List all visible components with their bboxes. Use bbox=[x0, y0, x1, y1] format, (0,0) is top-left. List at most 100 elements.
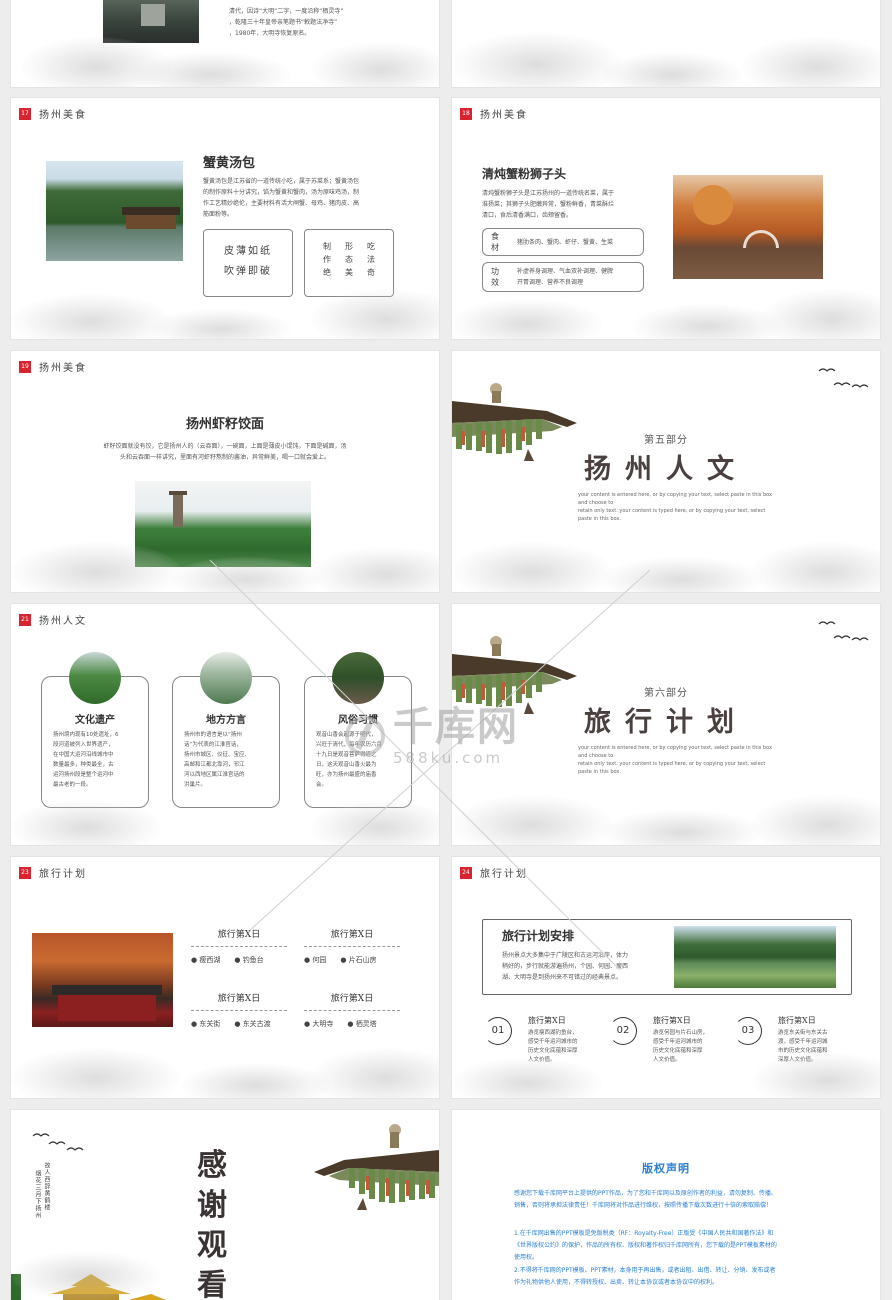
feature-char: 法 bbox=[367, 255, 375, 264]
copyright-text: 感谢您下载千库网平台上提供的PPT作品，为了您和千库网以及原创作者的利益，请勿复… bbox=[514, 1190, 777, 1197]
day-item: ● 大明寺 bbox=[304, 1020, 334, 1028]
thanks-char: 看 bbox=[197, 1268, 227, 1300]
card-text: 最古老的一段。 bbox=[53, 782, 92, 788]
card-text: 扬州市城区、仪征、宝应、 bbox=[184, 752, 251, 758]
card-text: 旺，亦为扬州最盛的庙香 bbox=[316, 772, 377, 778]
step-number: 02 bbox=[609, 1017, 637, 1045]
dish-title: 蟹黄汤包 bbox=[203, 156, 256, 171]
card-text: 十九日是观音菩萨得道之 bbox=[316, 752, 377, 758]
placeholder-english-text: your content is entered here, or by copy… bbox=[578, 745, 773, 759]
feature-text: 吹弹即破 bbox=[224, 266, 272, 277]
card-text: 话”为代表的江淮官话， bbox=[184, 742, 242, 748]
temple-photo bbox=[103, 0, 199, 43]
dish-desc-line: 清炖蟹粉狮子头是江苏扬州的一道传统名菜，属于 bbox=[482, 190, 615, 197]
row-label: 效 bbox=[491, 278, 499, 287]
effects-box: 功效 补虚养身调理、气血双补调理、健脾 开胃调理、营养不良调理 bbox=[482, 262, 644, 292]
day-item: ● 何园 bbox=[304, 956, 327, 964]
section-label: 扬州人文 bbox=[39, 616, 87, 627]
copyright-title: 版权声明 bbox=[642, 1162, 690, 1175]
step-number: 03 bbox=[734, 1017, 762, 1045]
card-text: 在中国大运河沿线城市中 bbox=[53, 752, 114, 758]
day-item: ● 片石山房 bbox=[340, 956, 377, 964]
slide-number: 17 bbox=[19, 107, 31, 120]
step-text: 市的历史文化底蕴和 bbox=[778, 1048, 828, 1054]
section-part-label: 第五部分 bbox=[644, 435, 688, 446]
day-title: 旅行第X日 bbox=[304, 991, 400, 1011]
step-title: 旅行第X日 bbox=[528, 1016, 566, 1025]
section-label: 扬州美食 bbox=[480, 110, 528, 121]
placeholder-english-text: retain only text. your content is typed … bbox=[578, 761, 766, 775]
mist-decoration bbox=[452, 522, 880, 592]
feature-box-thin-skin: 皮薄如纸 吹弹即破 bbox=[203, 229, 293, 297]
step-text: 游览东关街与东关古 bbox=[778, 1030, 828, 1036]
feature-text: 皮薄如纸 bbox=[224, 246, 272, 257]
section-label: 旅行计划 bbox=[480, 869, 528, 880]
step-text: 历史文化底蕴和深厚 bbox=[653, 1048, 703, 1054]
dish-desc-line: 蟹黄汤包是江苏省的一道传统小吃，属于苏菜系；蟹黄汤包 bbox=[203, 178, 360, 185]
dish-desc-line: 清口，食后清香满口，齿颊留香。 bbox=[482, 212, 573, 219]
flying-birds-decoration bbox=[32, 1133, 84, 1151]
card-text: 数量最多，种类最全，古 bbox=[53, 762, 114, 768]
ingredients-text: 猪肋条肉、蟹肉、虾仔、蟹黄、生菜 bbox=[517, 239, 614, 246]
slide-copyright: 版权声明 感谢您下载千库网平台上提供的PPT作品，为了您和千库网以及原创作者的利… bbox=[451, 1109, 881, 1300]
card-text: 扬州境内现有10处遗址，6 bbox=[53, 732, 119, 738]
placeholder-english-text: your content is entered here, or by copy… bbox=[578, 492, 773, 506]
card-text: 会。 bbox=[316, 782, 328, 788]
history-line-2: ，乾隆三十年皇帝亲笔题书“敕题法净寺” bbox=[229, 19, 338, 26]
feature-char: 奇 bbox=[367, 268, 375, 277]
card-text: 观音山香会起源于明代， bbox=[316, 732, 377, 738]
row-label: 材 bbox=[491, 243, 499, 252]
section-part-label: 第六部分 bbox=[644, 688, 688, 699]
section-tag: 18 扬州美食 bbox=[460, 106, 528, 121]
day-item: ● 东关街 bbox=[191, 1020, 221, 1028]
slide-blank-top-right bbox=[451, 0, 881, 88]
feature-box-craft: 制作绝 形态美 吃法奇 bbox=[304, 229, 394, 297]
copyright-text: 使用权。 bbox=[514, 1254, 539, 1261]
mist-decoration bbox=[11, 17, 439, 87]
step-text: 人文价值。 bbox=[528, 1057, 556, 1063]
poem-line-2: 烟花三月下扬州 bbox=[34, 1170, 41, 1219]
dish-title: 扬州虾籽饺面 bbox=[185, 417, 264, 432]
slide-yangzhou-culture: 21 扬州人文 文化遗产 扬州境内现有10处遗址，6 段河道被列入世界遗产， 在… bbox=[10, 603, 440, 846]
section-title: 旅行计划 bbox=[584, 707, 748, 738]
row-label: 功 bbox=[491, 267, 499, 276]
slide-thanks: 故人西辞黄鹤楼 烟花三月下扬州 感 谢 观 看 bbox=[10, 1109, 440, 1300]
lake-pavilion-photo bbox=[46, 161, 183, 261]
day-plan: 旅行第X日 ● 瘦西湖 ● 钓鱼台 bbox=[191, 927, 287, 965]
card-text: 河以西地区属江淮官话的 bbox=[184, 772, 245, 778]
slide-number: 19 bbox=[19, 360, 31, 373]
slide-number: 21 bbox=[19, 613, 31, 626]
history-line-3: ，1980年，大明寺恢复原名。 bbox=[229, 30, 311, 37]
copyright-text: 1.在千库网出售的PPT模板是免版税类（RF：Royalty-Free）正版受《… bbox=[514, 1230, 774, 1237]
step-text: 渡，感受千年运河城 bbox=[778, 1039, 828, 1045]
step-number: 01 bbox=[484, 1017, 512, 1045]
history-line-1: 清代，因诗“大明”二字，一度沿称“栖灵寺” bbox=[229, 8, 344, 15]
dish-desc-line: 淮扬菜；其狮子头肥嫩异常，蟹粉鲜香，青菜酥烂 bbox=[482, 201, 615, 208]
pavilion-illustration bbox=[11, 1274, 166, 1300]
day-title: 旅行第X日 bbox=[304, 927, 400, 947]
slide-number: 23 bbox=[19, 866, 31, 879]
feature-char: 吃 bbox=[367, 242, 375, 251]
card-text: 段河道被列入世界遗产， bbox=[53, 742, 114, 748]
step-text: 感受千年运河城市的 bbox=[528, 1039, 578, 1045]
card-title: 文化遗产 bbox=[75, 715, 115, 726]
roof-eave-decoration bbox=[314, 1124, 439, 1210]
step-text: 感受千年运河城市的 bbox=[653, 1039, 703, 1045]
slide-number: 24 bbox=[460, 866, 472, 879]
thanks-char: 观 bbox=[197, 1228, 227, 1263]
step-text: 人文价值。 bbox=[653, 1057, 681, 1063]
copyright-text: 2.不得将千库网的PPT模板、PPT素材，本身用于再出售，或者出租、出借、转让、… bbox=[514, 1267, 776, 1274]
section-title: 扬州人文 bbox=[584, 454, 748, 485]
day-item: ● 瘦西湖 bbox=[191, 956, 221, 964]
day-item: ● 钓鱼台 bbox=[234, 956, 264, 964]
section-label: 扬州美食 bbox=[39, 110, 87, 121]
copyright-text: 《世界版权公约》的保护，作品的所有权、版权和著作权归千库网所有，您下载的是PPT… bbox=[514, 1242, 777, 1249]
arrangement-title: 旅行计划安排 bbox=[502, 929, 575, 943]
red-maple-temple-photo bbox=[32, 933, 173, 1027]
copyright-text: 作为礼物供他人使用，不得转授权、出卖、转让本协议或者本协议中的权利。 bbox=[514, 1279, 719, 1286]
section-tag: 17 扬州美食 bbox=[19, 106, 87, 121]
card-text: 运河扬州段是整个运河中 bbox=[53, 772, 114, 778]
mist-decoration bbox=[452, 17, 880, 87]
arrangement-text: 湖、大明寺是到扬州来不可错过的经典景点。 bbox=[502, 974, 623, 981]
arrangement-text: 稍好的，步行就能游遍扬州，个园、何园、瘦西 bbox=[502, 963, 629, 970]
